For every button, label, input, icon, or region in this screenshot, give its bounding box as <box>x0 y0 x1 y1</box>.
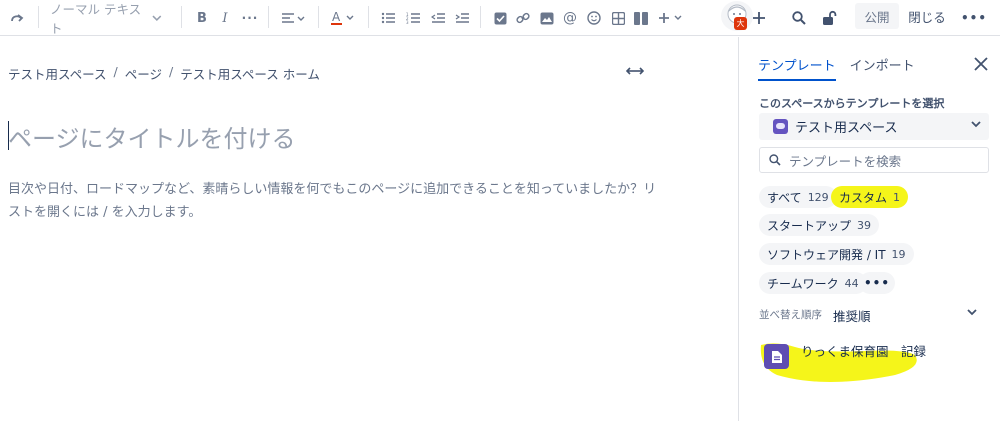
toolbar-divider <box>318 6 319 28</box>
space-icon <box>773 119 788 134</box>
toolbar-divider <box>368 6 369 28</box>
category-count: 129 <box>807 190 829 204</box>
space-select[interactable]: テスト用スペース <box>759 113 989 140</box>
chevron-down-icon <box>152 15 162 22</box>
category-chip[interactable]: スタートアップ 39 <box>759 214 880 236</box>
template-search-input[interactable]: テンプレートを検索 <box>759 147 989 173</box>
category-count: 19 <box>891 247 906 261</box>
page-title-input[interactable]: ページにタイトルを付ける <box>8 119 296 154</box>
bold-icon[interactable]: B <box>194 6 210 30</box>
search-icon <box>769 154 781 166</box>
bullet-list-icon[interactable] <box>380 6 396 30</box>
space-select-value: テスト用スペース <box>795 121 898 136</box>
mention-icon[interactable]: @ <box>562 6 578 30</box>
tab-templates[interactable]: テンプレート <box>758 55 836 81</box>
space-select-label: このスペースからテンプレートを選択 <box>759 97 945 110</box>
toolbar-divider <box>268 6 269 28</box>
breadcrumb-item[interactable]: ページ <box>125 64 162 83</box>
page-body-input[interactable]: 目次や日付、ロードマップなど、素晴らしい情報を何でもこのページに追加できることを… <box>8 178 658 224</box>
category-chip[interactable]: すべて 129 <box>759 186 837 208</box>
sidebar-tabs: テンプレート インポート <box>758 55 915 81</box>
image-icon[interactable] <box>539 6 555 30</box>
invite-plus-icon[interactable] <box>749 6 769 30</box>
redo-icon[interactable] <box>6 6 28 30</box>
category-label: チームワーク <box>767 276 839 291</box>
breadcrumb: テスト用スペース / ページ / テスト用スペース ホーム <box>8 64 320 83</box>
sort-select[interactable]: 推奨順 <box>833 306 871 325</box>
chevron-down-icon <box>971 121 981 128</box>
category-label: スタートアップ <box>767 218 852 233</box>
text-style-dropdown[interactable]: ノーマル テキスト <box>50 2 162 36</box>
toolbar-divider <box>181 6 182 28</box>
category-count: 44 <box>844 276 859 290</box>
category-label: ソフトウェア開発 / IT <box>767 247 886 262</box>
unlock-icon[interactable] <box>820 6 838 30</box>
publish-button[interactable]: 公開 <box>855 3 899 29</box>
more-categories-button[interactable]: ••• <box>859 272 896 294</box>
breadcrumb-item[interactable]: テスト用スペース ホーム <box>180 64 320 83</box>
table-icon[interactable] <box>610 6 626 30</box>
sort-label: 並べ替え順序 <box>759 309 822 321</box>
editor-toolbar: ノーマル テキスト B I ··· A 123 @ 大 公開 閉じる ••• <box>0 0 1000 36</box>
emoji-icon[interactable] <box>586 6 602 30</box>
category-chip-selected[interactable]: カスタム 1 <box>831 186 909 208</box>
close-icon[interactable] <box>971 54 991 74</box>
search-icon[interactable] <box>790 6 808 30</box>
category-label: カスタム <box>839 190 888 205</box>
avatar-badge: 大 <box>734 17 747 30</box>
document-icon <box>764 344 789 369</box>
search-placeholder: テンプレートを検索 <box>789 153 902 169</box>
svg-text:A: A <box>332 10 341 24</box>
close-editor-button[interactable]: 閉じる <box>904 3 950 29</box>
indent-icon[interactable] <box>454 6 470 30</box>
template-list-item[interactable]: りっくま保育園 記録 <box>759 337 989 383</box>
alignment-icon[interactable] <box>279 6 307 30</box>
expand-width-icon[interactable] <box>626 64 644 78</box>
toolbar-divider <box>38 6 39 28</box>
breadcrumb-item[interactable]: テスト用スペース <box>8 64 107 83</box>
italic-icon[interactable]: I <box>218 6 232 30</box>
chevron-down-icon[interactable] <box>967 308 977 316</box>
outdent-icon[interactable] <box>430 6 446 30</box>
checkbox-icon[interactable] <box>492 6 508 30</box>
text-color-icon[interactable]: A <box>329 6 357 30</box>
template-sidebar: テンプレート インポート このスペースからテンプレートを選択 テスト用スペース … <box>738 37 1000 421</box>
breadcrumb-separator: / <box>113 64 118 79</box>
link-icon[interactable] <box>515 6 531 30</box>
tab-import[interactable]: インポート <box>850 55 915 81</box>
layouts-icon[interactable] <box>633 6 649 30</box>
category-count: 39 <box>857 218 872 232</box>
category-chip[interactable]: チームワーク 44 <box>759 272 867 294</box>
insert-more-icon[interactable] <box>656 6 686 30</box>
category-label: すべて <box>767 190 802 205</box>
numbered-list-icon[interactable]: 123 <box>405 6 421 30</box>
template-name: りっくま保育園 記録 <box>801 344 927 359</box>
category-chip[interactable]: ソフトウェア開発 / IT 19 <box>759 243 914 265</box>
category-count: 1 <box>893 190 901 204</box>
svg-text:3: 3 <box>406 20 409 24</box>
more-actions-icon[interactable]: ••• <box>961 6 986 30</box>
text-style-label: ノーマル テキスト <box>50 2 142 36</box>
breadcrumb-separator: / <box>169 64 174 79</box>
more-formatting-icon[interactable]: ··· <box>242 6 258 30</box>
toolbar-divider <box>480 6 481 28</box>
